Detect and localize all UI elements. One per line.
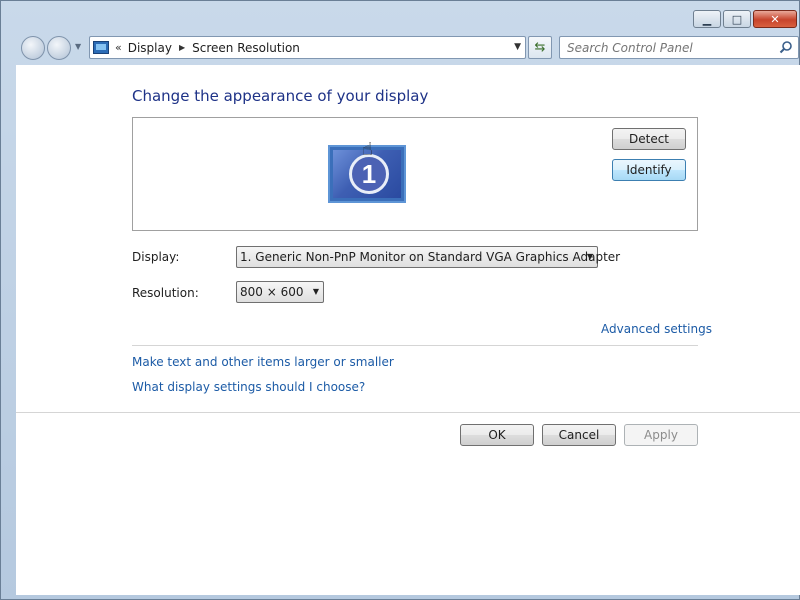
monitor-number: 1 — [349, 154, 389, 194]
hand-cursor-icon: ☝ — [362, 139, 373, 160]
refresh-button[interactable]: ⇆ — [528, 36, 552, 59]
breadcrumb-screen-resolution[interactable]: Screen Resolution — [192, 41, 300, 55]
close-icon: ✕ — [770, 12, 780, 26]
search-input[interactable] — [567, 40, 772, 55]
divider — [132, 345, 698, 346]
search-box[interactable] — [559, 36, 799, 59]
breadcrumb-overflow[interactable]: « — [115, 41, 122, 54]
advanced-settings-link[interactable]: Advanced settings — [601, 322, 712, 336]
resolution-label: Resolution: — [132, 286, 199, 300]
back-button[interactable] — [21, 36, 45, 60]
text-size-link[interactable]: Make text and other items larger or smal… — [132, 355, 394, 369]
chevron-down-icon: ▼ — [312, 287, 319, 296]
navigation-bar: ▼ « Display ▶ Screen Resolution ▼ ⇆ — [1, 33, 800, 63]
identify-button[interactable]: Identify — [612, 159, 686, 181]
ok-button[interactable]: OK — [460, 424, 534, 446]
detect-button[interactable]: Detect — [612, 128, 686, 150]
display-select-value: 1. Generic Non-PnP Monitor on Standard V… — [240, 250, 621, 264]
breadcrumb-display[interactable]: Display — [128, 41, 172, 55]
maximize-icon: □ — [731, 12, 743, 26]
maximize-button[interactable]: □ — [723, 10, 751, 28]
address-bar[interactable]: « Display ▶ Screen Resolution ▼ — [89, 36, 526, 59]
display-preview-area: 1 ☝ Detect Identify — [132, 117, 698, 231]
footer-divider — [16, 412, 800, 413]
page-title: Change the appearance of your display — [132, 87, 429, 105]
resolution-select[interactable]: 800 × 600 ▼ — [236, 281, 324, 303]
forward-button[interactable] — [47, 36, 71, 60]
display-label: Display: — [132, 250, 180, 264]
control-panel-icon — [93, 41, 109, 54]
address-dropdown-icon[interactable]: ▼ — [514, 42, 521, 52]
chevron-down-icon: ▼ — [586, 252, 593, 261]
refresh-icon: ⇆ — [534, 40, 546, 55]
search-icon[interactable] — [779, 40, 793, 54]
display-help-link[interactable]: What display settings should I choose? — [132, 380, 365, 394]
display-select[interactable]: 1. Generic Non-PnP Monitor on Standard V… — [236, 246, 620, 268]
resolution-select-value: 800 × 600 — [240, 285, 304, 299]
close-button[interactable]: ✕ — [753, 10, 797, 28]
content-pane: Change the appearance of your display 1 … — [16, 65, 800, 595]
cancel-button[interactable]: Cancel — [542, 424, 616, 446]
minimize-icon: ▁ — [702, 12, 712, 26]
breadcrumb-separator-icon[interactable]: ▶ — [179, 43, 185, 52]
recent-pages-dropdown[interactable]: ▼ — [75, 42, 81, 51]
caption-buttons: ▁ □ ✕ — [693, 10, 797, 28]
minimize-button[interactable]: ▁ — [693, 10, 721, 28]
apply-button[interactable]: Apply — [624, 424, 698, 446]
window: ▁ □ ✕ ▼ « Display ▶ Screen Resolution ▼ … — [0, 0, 800, 600]
